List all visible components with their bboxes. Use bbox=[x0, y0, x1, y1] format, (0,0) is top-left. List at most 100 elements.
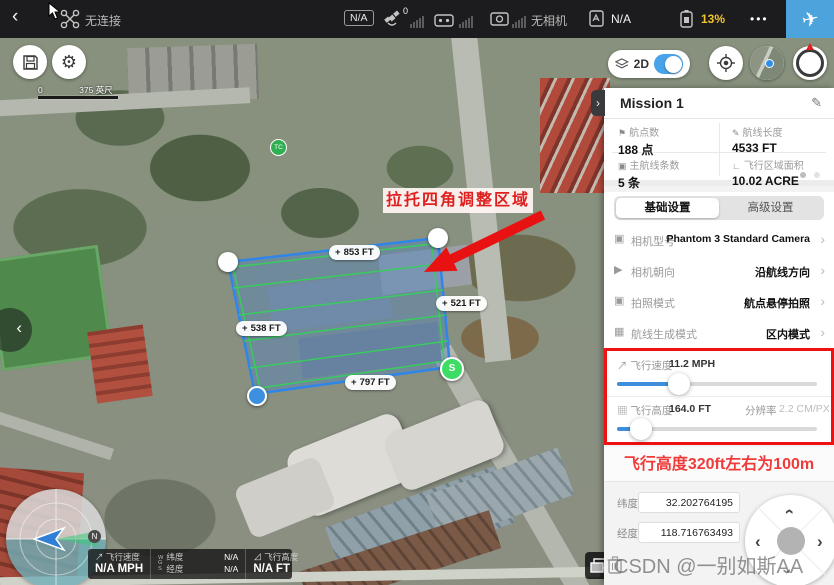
slider-thumb[interactable] bbox=[630, 418, 652, 440]
longitude-input[interactable] bbox=[638, 522, 740, 543]
dpad-up-icon[interactable]: › bbox=[779, 509, 796, 515]
edge-distance-text: 521 FT bbox=[451, 298, 481, 309]
north-needle-icon bbox=[806, 43, 814, 50]
row-route-generation-mode[interactable]: ▦ 航线生成模式 区内模式 › bbox=[604, 317, 834, 349]
gear-icon: ⚙ bbox=[61, 52, 77, 73]
latitude-label: 纬度 bbox=[617, 496, 638, 511]
start-point-marker[interactable]: S bbox=[440, 357, 464, 381]
altitude-row-label: ▦ 飞行高度 bbox=[617, 403, 672, 418]
compass-button[interactable] bbox=[793, 46, 827, 80]
edit-icon[interactable]: ✎ bbox=[811, 95, 822, 111]
shutter-icon: ▣ bbox=[614, 294, 624, 307]
scale-end: 375 英尺 bbox=[79, 85, 113, 95]
row-value: Phantom 3 Standard Camera bbox=[666, 233, 810, 245]
minimap-button[interactable] bbox=[750, 46, 784, 80]
camera-status: 无相机 bbox=[531, 12, 567, 29]
pagination-dot[interactable] bbox=[814, 172, 820, 178]
lines-icon: ▣ bbox=[618, 161, 627, 171]
dpad-right-icon[interactable]: › bbox=[817, 533, 823, 550]
longitude-label: 经度 bbox=[617, 526, 638, 541]
area-corner-handle[interactable] bbox=[428, 228, 448, 248]
altitude-label: 飞行高度 bbox=[264, 552, 298, 562]
app-window: S +853 FT +521 FT +538 FT +797 FT 拉托四角调整… bbox=[0, 0, 834, 585]
back-icon[interactable]: ‹ bbox=[12, 6, 18, 28]
altitude-value: N/A FT bbox=[253, 563, 298, 575]
edge-distance-label: +853 FT bbox=[329, 245, 380, 260]
map-scale-labels: 0 375 英尺 bbox=[38, 84, 113, 96]
segmented-control: 基础设置 高级设置 bbox=[614, 196, 824, 220]
compass-north-badge: N bbox=[88, 530, 101, 543]
lng-value: N/A bbox=[224, 563, 238, 575]
stat-main-lines: ▣主航线条数 5 条 bbox=[618, 157, 680, 191]
watermark: CSDN @一别如斯AA bbox=[606, 550, 803, 579]
battery-icon bbox=[678, 9, 696, 29]
tab-advanced-settings[interactable]: 高级设置 bbox=[719, 198, 822, 218]
camera-icon: ▣ bbox=[614, 232, 624, 245]
measure-icon: + bbox=[335, 247, 341, 258]
scale-start: 0 bbox=[38, 85, 43, 95]
telemetry-bar: ↗ 飞行速度 N/A MPH WGS 纬度N/A 经度N/A ⊿ 飞行高度 N/… bbox=[88, 549, 292, 579]
latitude-input[interactable] bbox=[638, 492, 740, 513]
trash-icon bbox=[606, 555, 624, 575]
watermark-text: CSDN @一别如斯AA bbox=[614, 550, 803, 579]
speed-icon: ↗ bbox=[95, 552, 104, 562]
settings-tabs: 基础设置 高级设置 bbox=[604, 192, 834, 224]
toggle-knob bbox=[665, 56, 682, 73]
altitude-slider[interactable] bbox=[617, 427, 817, 431]
annotation-label: 拉托四角调整区域 bbox=[383, 188, 533, 213]
dpad-left-icon[interactable]: ‹ bbox=[755, 533, 761, 550]
ruler-icon: ∟ bbox=[732, 161, 741, 171]
route-mode-icon: ▦ bbox=[614, 325, 624, 338]
layers-icon bbox=[615, 57, 629, 71]
flight-mode-badge: N/A bbox=[344, 10, 374, 26]
row-photo-mode[interactable]: ▣ 拍照模式 航点悬停拍照 › bbox=[604, 286, 834, 318]
row-value: 航点悬停拍照 bbox=[744, 295, 810, 311]
row-label: 相机朝向 bbox=[631, 264, 675, 280]
chevron-right-icon: › bbox=[820, 262, 825, 278]
2d-toggle-switch[interactable] bbox=[654, 54, 683, 74]
camera-icon bbox=[490, 11, 509, 26]
area-corner-handle-selected[interactable] bbox=[247, 386, 267, 406]
lng-label: 经度 bbox=[166, 563, 183, 575]
altitude-icon: ⊿ bbox=[253, 552, 262, 562]
poi-marker[interactable]: TC bbox=[270, 139, 287, 156]
edge-distance-text: 797 FT bbox=[360, 377, 390, 388]
panel-collapse-button[interactable]: › bbox=[591, 90, 605, 116]
takeoff-button[interactable]: ✈ bbox=[786, 0, 834, 38]
remote-controller-icon bbox=[434, 11, 454, 27]
minimap-thumbnail bbox=[750, 46, 784, 80]
airplane-icon: ✈ bbox=[799, 5, 821, 33]
speed-row-label: ↗ 飞行速度 bbox=[617, 358, 672, 373]
altitude-icon: ▦ bbox=[617, 405, 628, 417]
mission-header: › Mission 1 ✎ bbox=[604, 88, 834, 119]
compass-face bbox=[796, 49, 824, 77]
camera-signal-bars-icon bbox=[512, 16, 527, 28]
gps-signal-bars-icon bbox=[410, 16, 425, 28]
more-menu-icon[interactable]: ••• bbox=[750, 12, 769, 26]
chevron-left-icon: ‹ bbox=[16, 318, 22, 338]
save-mission-button[interactable] bbox=[13, 45, 47, 79]
satellite-icon bbox=[383, 10, 401, 28]
speed-slider[interactable] bbox=[617, 382, 817, 386]
2d-label: 2D bbox=[634, 57, 649, 71]
crosshair-icon bbox=[716, 53, 736, 73]
speed-label: 飞行速度 bbox=[106, 552, 140, 562]
telemetry-position: WGS 纬度N/A 经度N/A bbox=[151, 549, 246, 579]
pagination-dot-active[interactable] bbox=[800, 172, 806, 178]
measure-icon: + bbox=[242, 323, 248, 334]
mission-settings-button[interactable]: ⚙ bbox=[52, 45, 86, 79]
locate-button[interactable] bbox=[709, 46, 743, 80]
row-camera-model[interactable]: ▣ 相机型号 Phantom 3 Standard Camera › bbox=[604, 224, 834, 256]
tab-basic-settings[interactable]: 基础设置 bbox=[616, 198, 719, 218]
measure-icon: + bbox=[442, 298, 448, 309]
map-scale-bar bbox=[38, 96, 118, 99]
area-corner-handle[interactable] bbox=[218, 252, 238, 272]
row-camera-orientation[interactable]: ▶ 相机朝向 沿航线方向 › bbox=[604, 255, 834, 287]
stat-area: ∟飞行区域面积 10.02 ACRE bbox=[732, 157, 804, 188]
lat-value: N/A bbox=[224, 551, 238, 563]
stat-waypoints: ⚑航点数 188 点 bbox=[618, 124, 659, 158]
lat-label: 纬度 bbox=[166, 551, 183, 563]
chevron-right-icon: › bbox=[820, 231, 825, 247]
map-2d-toggle-pill: 2D bbox=[608, 50, 690, 78]
slider-thumb[interactable] bbox=[668, 373, 690, 395]
